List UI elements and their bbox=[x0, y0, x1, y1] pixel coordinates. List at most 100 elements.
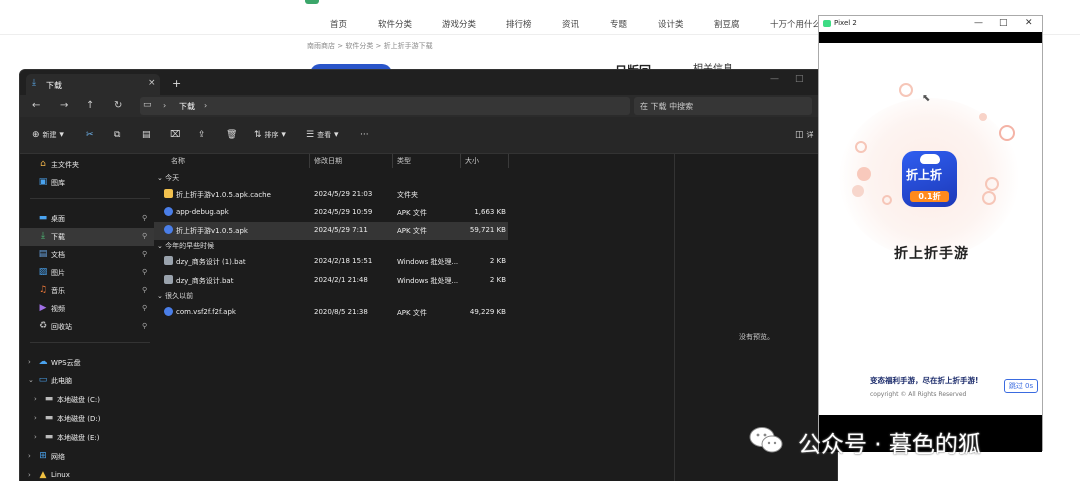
paste-button[interactable]: ▤ bbox=[142, 130, 151, 140]
address-crumb[interactable]: 下载 bbox=[179, 101, 195, 112]
pin-icon[interactable]: ⚲ bbox=[142, 232, 147, 240]
search-input[interactable]: 在 下载 中搜索 bbox=[634, 97, 812, 115]
close-icon[interactable]: × bbox=[148, 78, 156, 88]
desktop-icon: ▬ bbox=[38, 213, 48, 223]
delete-button[interactable]: 🗑 bbox=[226, 130, 237, 140]
site-nav-item[interactable]: 专题 bbox=[610, 18, 627, 30]
pin-icon[interactable]: ⚲ bbox=[142, 268, 147, 276]
sidebar-item-home[interactable]: ⌂ 主文件夹 bbox=[20, 156, 154, 174]
back-icon[interactable]: ← bbox=[32, 100, 40, 111]
site-nav-item[interactable]: 十万个用什么 bbox=[770, 18, 821, 30]
share-button[interactable]: ⇪ bbox=[198, 130, 206, 140]
forward-icon[interactable]: → bbox=[60, 100, 68, 111]
sidebar-item-this-pc[interactable]: ⌄ ▭ 此电脑 bbox=[20, 372, 154, 390]
splash-screen[interactable]: ⬉ 折上折 0.1折 折上折手游 变态福利手游，尽在折上折手游! 跳过 0s c… bbox=[819, 43, 1042, 415]
column-header-type[interactable]: 类型 bbox=[397, 156, 411, 166]
maximize-icon[interactable]: □ bbox=[795, 74, 804, 84]
pin-icon[interactable]: ⚲ bbox=[142, 304, 147, 312]
group-header-earlier-this-year[interactable]: ⌄ 今年的早些时候 bbox=[157, 241, 214, 251]
refresh-icon[interactable]: ↻ bbox=[114, 100, 122, 111]
new-button[interactable]: ⊕ 新建 ▾ bbox=[32, 130, 64, 140]
sidebar-divider bbox=[30, 198, 150, 199]
pin-icon[interactable]: ⚲ bbox=[142, 250, 147, 258]
site-nav-item[interactable]: 割豆腐 bbox=[714, 18, 740, 30]
sidebar-item-drive-d[interactable]: › ▬ 本地磁盘 (D:) bbox=[20, 410, 154, 428]
minimize-icon[interactable]: — bbox=[770, 74, 779, 84]
sidebar-item-desktop[interactable]: ▬ 桌面 ⚲ bbox=[20, 210, 154, 228]
copy-icon: ⧉ bbox=[114, 130, 121, 140]
sidebar-item-drive-c[interactable]: › ▬ 本地磁盘 (C:) bbox=[20, 391, 154, 409]
address-input[interactable]: ▭ › 下载 › bbox=[140, 97, 630, 115]
cloud-icon: ☁ bbox=[38, 357, 48, 367]
gamepad-icon bbox=[920, 154, 940, 164]
copy-button[interactable]: ⧉ bbox=[114, 130, 120, 140]
pin-icon[interactable]: ⚲ bbox=[142, 322, 147, 330]
sidebar-item-documents[interactable]: ▤ 文档 ⚲ bbox=[20, 246, 154, 264]
emulator-window: Pixel 2 — □ ✕ ⬉ 折上折 0.1折 折上折手游 变态福利手游，尽在… bbox=[818, 15, 1043, 452]
decoration-circle bbox=[985, 177, 999, 191]
file-row[interactable]: 折上折手游v1.0.5.apk.cache 2024/5/29 21:03 文件… bbox=[154, 186, 508, 204]
monitor-icon: ▭ bbox=[143, 100, 152, 110]
site-nav-item[interactable]: 首页 bbox=[330, 18, 347, 30]
site-nav-item[interactable]: 设计类 bbox=[658, 18, 684, 30]
site-nav-item[interactable]: 排行榜 bbox=[506, 18, 532, 30]
sidebar-item-drive-e[interactable]: › ▬ 本地磁盘 (E:) bbox=[20, 429, 154, 447]
sidebar-item-recycle-bin[interactable]: ♻ 回收站 ⚲ bbox=[20, 318, 154, 336]
drive-icon: ▬ bbox=[44, 394, 54, 404]
site-nav-item[interactable]: 软件分类 bbox=[378, 18, 412, 30]
group-header-today[interactable]: ⌄ 今天 bbox=[157, 173, 179, 183]
file-row[interactable]: dzy_商务设计.bat 2024/2/1 21:48 Windows 批处理.… bbox=[154, 272, 508, 290]
sidebar-item-network[interactable]: › ⊞ 网络 bbox=[20, 448, 154, 466]
chevron-right-icon[interactable]: › bbox=[34, 433, 37, 441]
chevron-right-icon[interactable]: › bbox=[34, 395, 37, 403]
details-button[interactable]: ◫ 详 bbox=[795, 130, 814, 140]
pin-icon[interactable]: ⚲ bbox=[142, 214, 147, 222]
chevron-right-icon[interactable]: › bbox=[28, 358, 31, 366]
close-icon[interactable]: ✕ bbox=[1025, 18, 1033, 28]
skip-button[interactable]: 跳过 0s bbox=[1004, 379, 1038, 393]
sidebar-item-gallery[interactable]: ▣ 图库 bbox=[20, 174, 154, 192]
chevron-right-icon[interactable]: › bbox=[28, 471, 31, 479]
site-breadcrumb: 南雨商店 > 软件分类 > 折上折手游下载 bbox=[307, 42, 433, 50]
sidebar-item-music[interactable]: ♫ 音乐 ⚲ bbox=[20, 282, 154, 300]
sidebar-item-wps-cloud[interactable]: › ☁ WPS云盘 bbox=[20, 354, 154, 372]
new-tab-button[interactable]: + bbox=[172, 77, 181, 90]
column-divider[interactable] bbox=[309, 154, 310, 168]
file-row[interactable]: dzy_商务设计 (1).bat 2024/2/18 15:51 Windows… bbox=[154, 253, 508, 271]
file-row[interactable]: app-debug.apk 2024/5/29 10:59 APK 文件 1,6… bbox=[154, 204, 508, 222]
chevron-right-icon[interactable]: › bbox=[28, 452, 31, 460]
view-button[interactable]: ☰ 查看 ▾ bbox=[306, 130, 338, 140]
tab-bar: ⤓ 下载 × + — □ bbox=[20, 70, 837, 95]
column-header-date[interactable]: 修改日期 bbox=[314, 156, 342, 166]
column-header-name[interactable]: 名称 bbox=[171, 156, 185, 166]
column-divider[interactable] bbox=[392, 154, 393, 168]
cut-button[interactable]: ✂ bbox=[86, 130, 94, 140]
sort-button[interactable]: ⇅ 排序 ▾ bbox=[254, 130, 286, 140]
sidebar-item-videos[interactable]: ▶ 视频 ⚲ bbox=[20, 300, 154, 318]
column-header-size[interactable]: 大小 bbox=[465, 156, 479, 166]
chevron-down-icon[interactable]: ⌄ bbox=[28, 376, 34, 384]
more-button[interactable]: ··· bbox=[360, 130, 369, 140]
file-row[interactable]: com.vsf2f.f2f.apk 2020/8/5 21:38 APK 文件 … bbox=[154, 304, 508, 322]
pin-icon[interactable]: ⚲ bbox=[142, 286, 147, 294]
chevron-right-icon[interactable]: › bbox=[34, 414, 37, 422]
network-icon: ⊞ bbox=[39, 451, 47, 461]
maximize-icon[interactable]: □ bbox=[999, 18, 1008, 28]
minimize-icon[interactable]: — bbox=[974, 18, 983, 28]
site-nav-item[interactable]: 资讯 bbox=[562, 18, 579, 30]
column-divider[interactable] bbox=[508, 154, 509, 168]
rename-button[interactable]: ⌧ bbox=[170, 130, 180, 140]
tab-downloads[interactable]: ⤓ 下载 × bbox=[26, 74, 160, 95]
site-nav-item[interactable]: 游戏分类 bbox=[442, 18, 476, 30]
column-divider[interactable] bbox=[460, 154, 461, 168]
sidebar-item-downloads[interactable]: ⤓ 下载 ⚲ bbox=[20, 228, 154, 246]
up-icon[interactable]: ↑ bbox=[86, 100, 94, 111]
drive-icon: ▬ bbox=[44, 413, 54, 423]
group-header-long-ago[interactable]: ⌄ 很久以前 bbox=[157, 291, 193, 301]
file-row[interactable]: 折上折手游v1.0.5.apk 2024/5/29 7:11 APK 文件 59… bbox=[154, 222, 508, 240]
sidebar-item-linux[interactable]: › ▲ Linux bbox=[20, 467, 154, 481]
sidebar-divider bbox=[30, 342, 150, 343]
sidebar-item-pictures[interactable]: ▨ 图片 ⚲ bbox=[20, 264, 154, 282]
no-preview-message: 没有预览。 bbox=[739, 333, 774, 341]
decoration-circle bbox=[899, 83, 913, 97]
